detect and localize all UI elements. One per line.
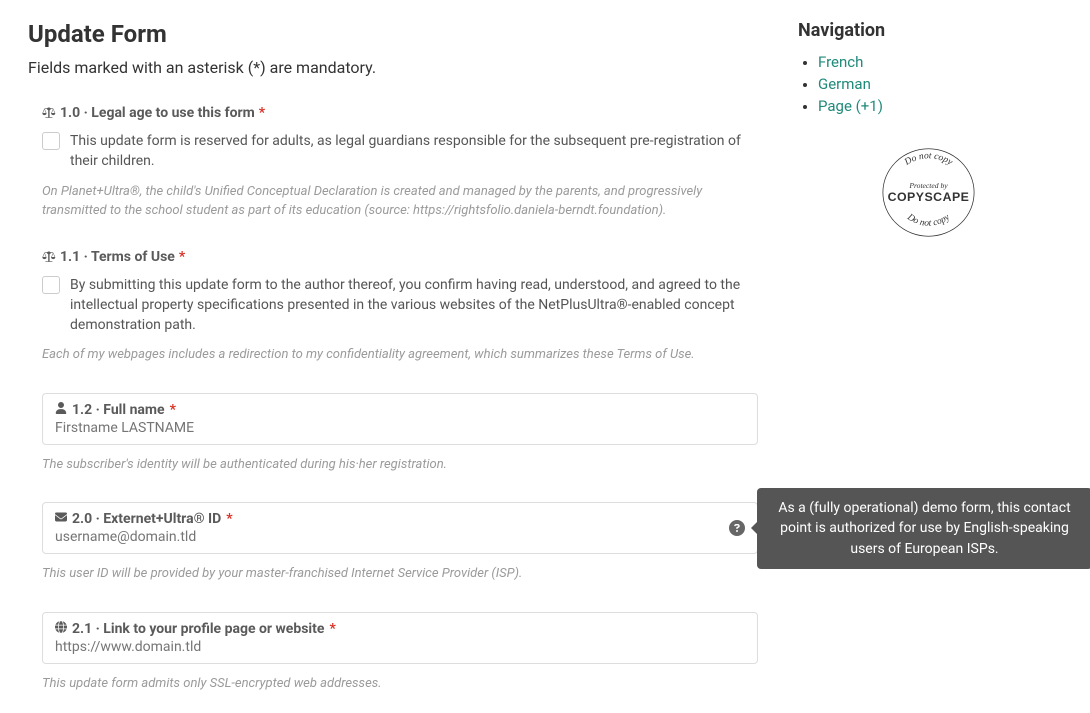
svg-text:Do not copy: Do not copy [904, 212, 952, 229]
balance-scale-icon [42, 107, 56, 119]
tooltip-arrow [751, 522, 757, 534]
field-label-text: 1.2 · Full name [72, 402, 165, 418]
user-icon [55, 402, 67, 418]
field-label-text: 1.1 · Terms of Use [60, 249, 175, 265]
profile-link-help: This update form admits only SSL-encrypt… [42, 674, 758, 694]
terms-text: By submitting this update form to the au… [70, 275, 758, 336]
field-label-text: 2.0 · Externet+Ultra® ID [72, 511, 221, 527]
help-icon[interactable] [729, 520, 745, 536]
profile-link-input[interactable] [55, 639, 745, 655]
svg-text:COPYSCAPE: COPYSCAPE [887, 190, 969, 204]
terms-help: Each of my webpages includes a redirecti… [42, 345, 758, 365]
page-title: Update Form [28, 20, 758, 48]
tooltip-text: As a (fully operational) demo form, this… [778, 500, 1070, 557]
field-label-text: 1.0 · Legal age to use this form [60, 105, 255, 121]
legal-age-help: On Planet+Ultra®, the child's Unified Co… [42, 182, 758, 221]
externet-id-input[interactable] [55, 529, 745, 545]
envelope-icon [55, 511, 67, 527]
globe-icon [55, 621, 67, 637]
nav-link-french[interactable]: French [818, 53, 863, 71]
field-full-name: 1.2 · Full name * The subscriber's ident… [28, 393, 758, 475]
legal-age-text: This update form is reserved for adults,… [70, 131, 758, 172]
required-asterisk: * [329, 621, 335, 637]
svg-text:Do not copy: Do not copy [902, 151, 955, 168]
mandatory-note: Fields marked with an asterisk (*) are m… [28, 58, 758, 77]
nav-link-german[interactable]: German [818, 75, 871, 93]
externet-id-help: This user ID will be provided by your ma… [42, 564, 758, 584]
field-legal-age: 1.0 · Legal age to use this form * This … [28, 105, 758, 221]
balance-scale-icon [42, 251, 56, 263]
required-asterisk: * [226, 511, 232, 527]
field-label-text: 2.1 · Link to your profile page or websi… [72, 621, 324, 637]
nav-list: French German Page (+1) [798, 53, 1058, 115]
nav-link-page[interactable]: Page (+1) [818, 97, 883, 115]
terms-checkbox[interactable] [42, 276, 60, 294]
required-asterisk: * [170, 402, 176, 418]
copyscape-badge: Do not copy Protected by COPYSCAPE Do no… [798, 145, 1058, 244]
legal-age-checkbox[interactable] [42, 132, 60, 150]
field-externet-id: 2.0 · Externet+Ultra® ID * This user ID … [28, 502, 758, 584]
required-asterisk: * [259, 105, 265, 121]
tooltip: As a (fully operational) demo form, this… [757, 488, 1090, 569]
required-asterisk: * [179, 249, 185, 265]
field-terms-of-use: 1.1 · Terms of Use * By submitting this … [28, 249, 758, 365]
full-name-help: The subscriber's identity will be authen… [42, 455, 758, 475]
full-name-input[interactable] [55, 420, 745, 436]
sidebar-title: Navigation [798, 20, 1058, 41]
field-profile-link: 2.1 · Link to your profile page or websi… [28, 612, 758, 694]
svg-text:Protected by: Protected by [908, 181, 948, 190]
